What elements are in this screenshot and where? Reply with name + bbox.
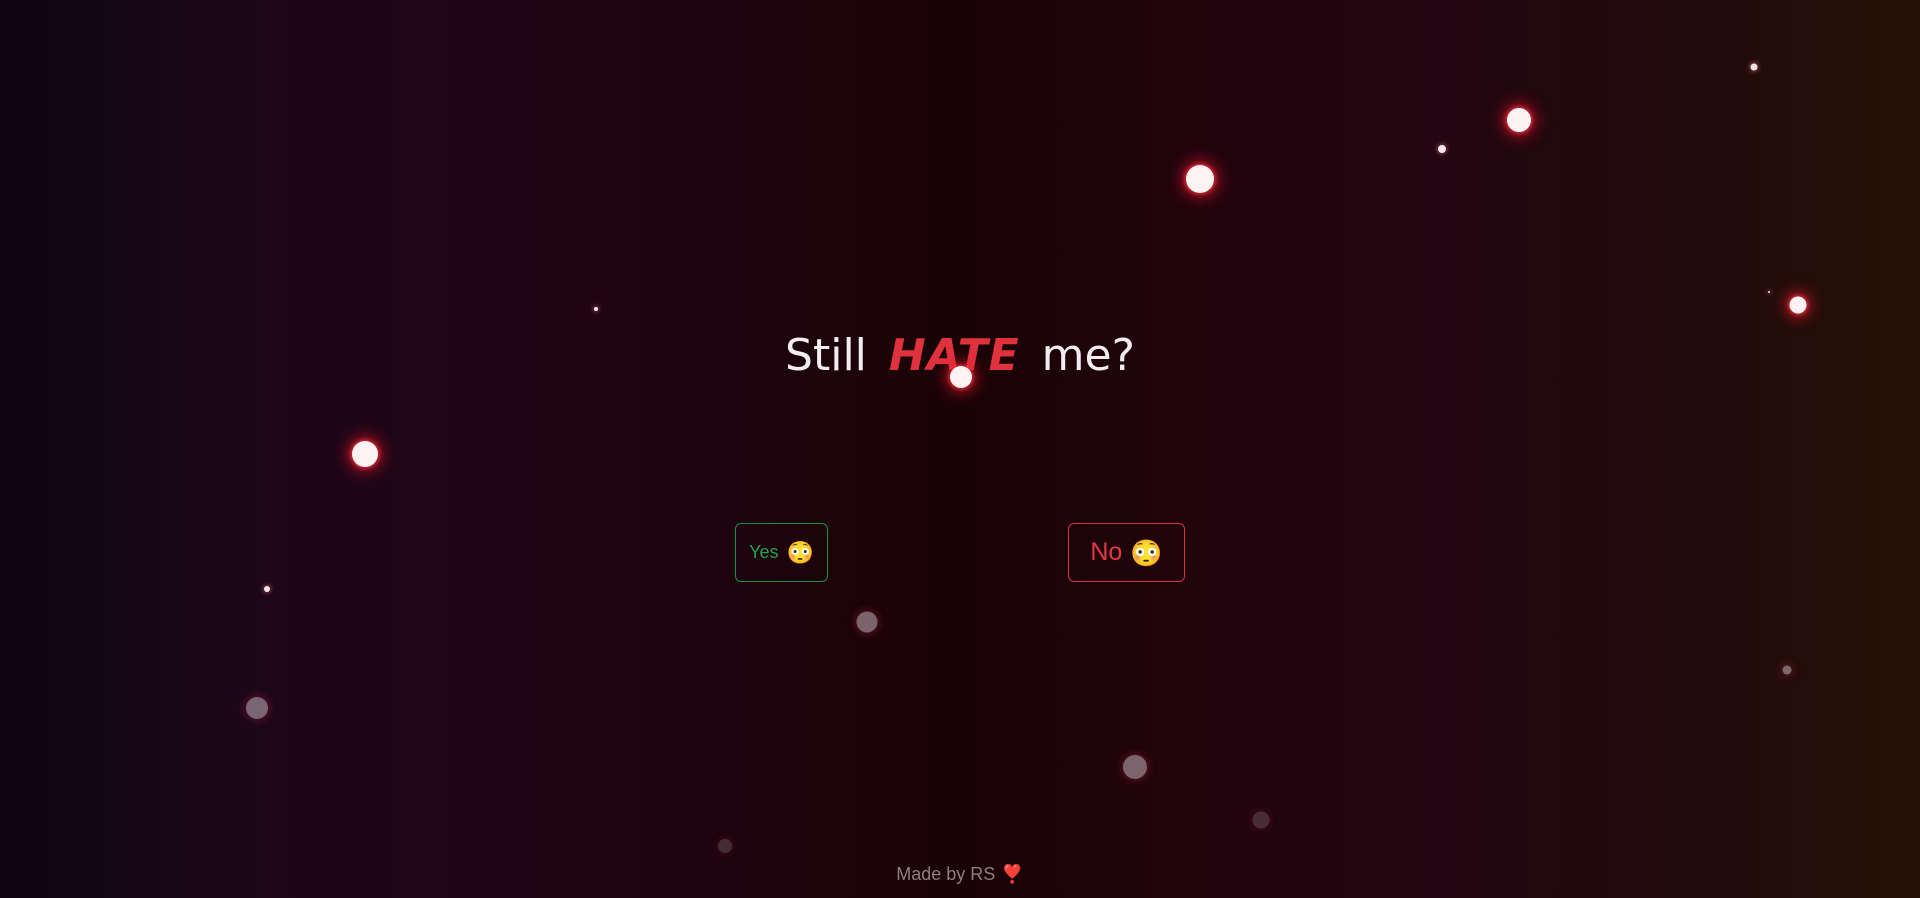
footer-text: Made by RS xyxy=(896,864,996,884)
small-particle xyxy=(594,307,598,311)
glow-particle xyxy=(1507,108,1531,132)
glow-particle xyxy=(1789,296,1807,314)
flushed-face-icon: 😳 xyxy=(1130,537,1163,568)
no-button[interactable]: No 😳 xyxy=(1068,523,1185,582)
glow-particle xyxy=(950,366,972,388)
page: { "question": { "before": "Still", "emph… xyxy=(0,0,1920,898)
question-text-before: Still xyxy=(785,330,867,381)
dim-particle xyxy=(1782,665,1792,675)
small-particle xyxy=(1438,145,1446,153)
small-particle xyxy=(1768,291,1770,293)
flushed-face-icon: 😳 xyxy=(786,539,814,565)
small-particle xyxy=(264,586,270,592)
small-particle xyxy=(1750,63,1758,71)
dim-particle xyxy=(856,611,878,633)
no-button-label: No xyxy=(1090,538,1123,566)
faint-particle xyxy=(718,839,732,853)
faint-particle xyxy=(1252,811,1270,829)
dim-particle xyxy=(246,697,268,719)
glow-particle xyxy=(352,441,378,467)
glow-particle xyxy=(1186,165,1214,193)
question-text-after: me? xyxy=(1041,330,1135,381)
footer-credit: Made by RS ❣️ xyxy=(0,864,1920,885)
yes-button[interactable]: Yes 😳 xyxy=(735,523,828,582)
dim-particle xyxy=(1123,755,1147,779)
yes-button-label: Yes xyxy=(749,542,779,562)
heart-exclamation-icon: ❣️ xyxy=(1001,864,1024,884)
